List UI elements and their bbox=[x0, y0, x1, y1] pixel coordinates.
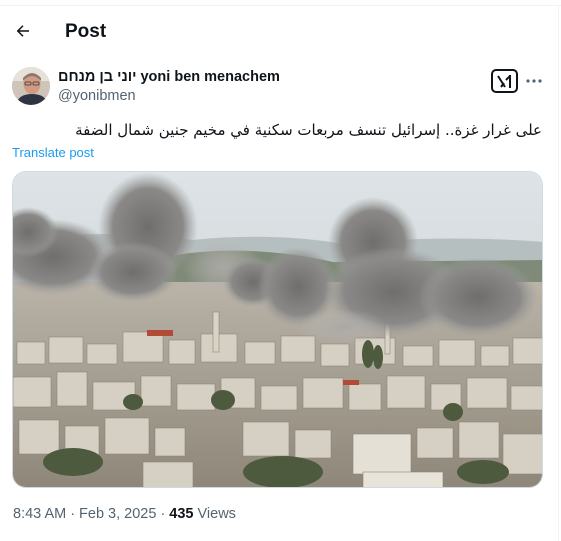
post-image[interactable] bbox=[12, 171, 543, 488]
page-title: Post bbox=[65, 21, 107, 42]
back-button[interactable] bbox=[8, 16, 38, 46]
post-date[interactable]: Feb 3, 2025 bbox=[79, 506, 156, 523]
author-name-row[interactable]: יוני בן מנחם yoni ben menachem bbox=[58, 69, 280, 86]
author-handle[interactable]: @yonibmen bbox=[58, 88, 136, 105]
meta-separator: · bbox=[70, 506, 76, 522]
post-meta: 8:43 AM · Feb 3, 2025 · 435 Views bbox=[13, 506, 236, 523]
views-label: Views bbox=[197, 506, 236, 522]
avatar-image bbox=[12, 67, 50, 105]
post-time[interactable]: 8:43 AM bbox=[13, 506, 66, 523]
divider bbox=[0, 5, 561, 6]
smoke-over-city-photo bbox=[13, 172, 542, 487]
grok-button[interactable] bbox=[491, 69, 518, 93]
view-count: 435 bbox=[169, 506, 194, 522]
page-header: Post bbox=[0, 14, 558, 50]
arrow-left-icon bbox=[16, 25, 29, 37]
author-display-name[interactable]: יוני בן מנחם yoni ben menachem bbox=[58, 69, 280, 86]
meta-separator: · bbox=[160, 506, 166, 522]
post-page: Post יוני בן מנחם yoni ben menachem @yon… bbox=[0, 0, 561, 541]
translate-post-link[interactable]: Translate post bbox=[12, 145, 94, 161]
more-icon bbox=[526, 79, 542, 83]
divider bbox=[558, 5, 559, 541]
avatar[interactable] bbox=[12, 67, 50, 105]
post-text: على غرار غزة.. إسرائيل تنسف مربعات سكنية… bbox=[75, 121, 542, 139]
more-button[interactable] bbox=[522, 70, 546, 92]
grok-icon bbox=[497, 74, 511, 88]
